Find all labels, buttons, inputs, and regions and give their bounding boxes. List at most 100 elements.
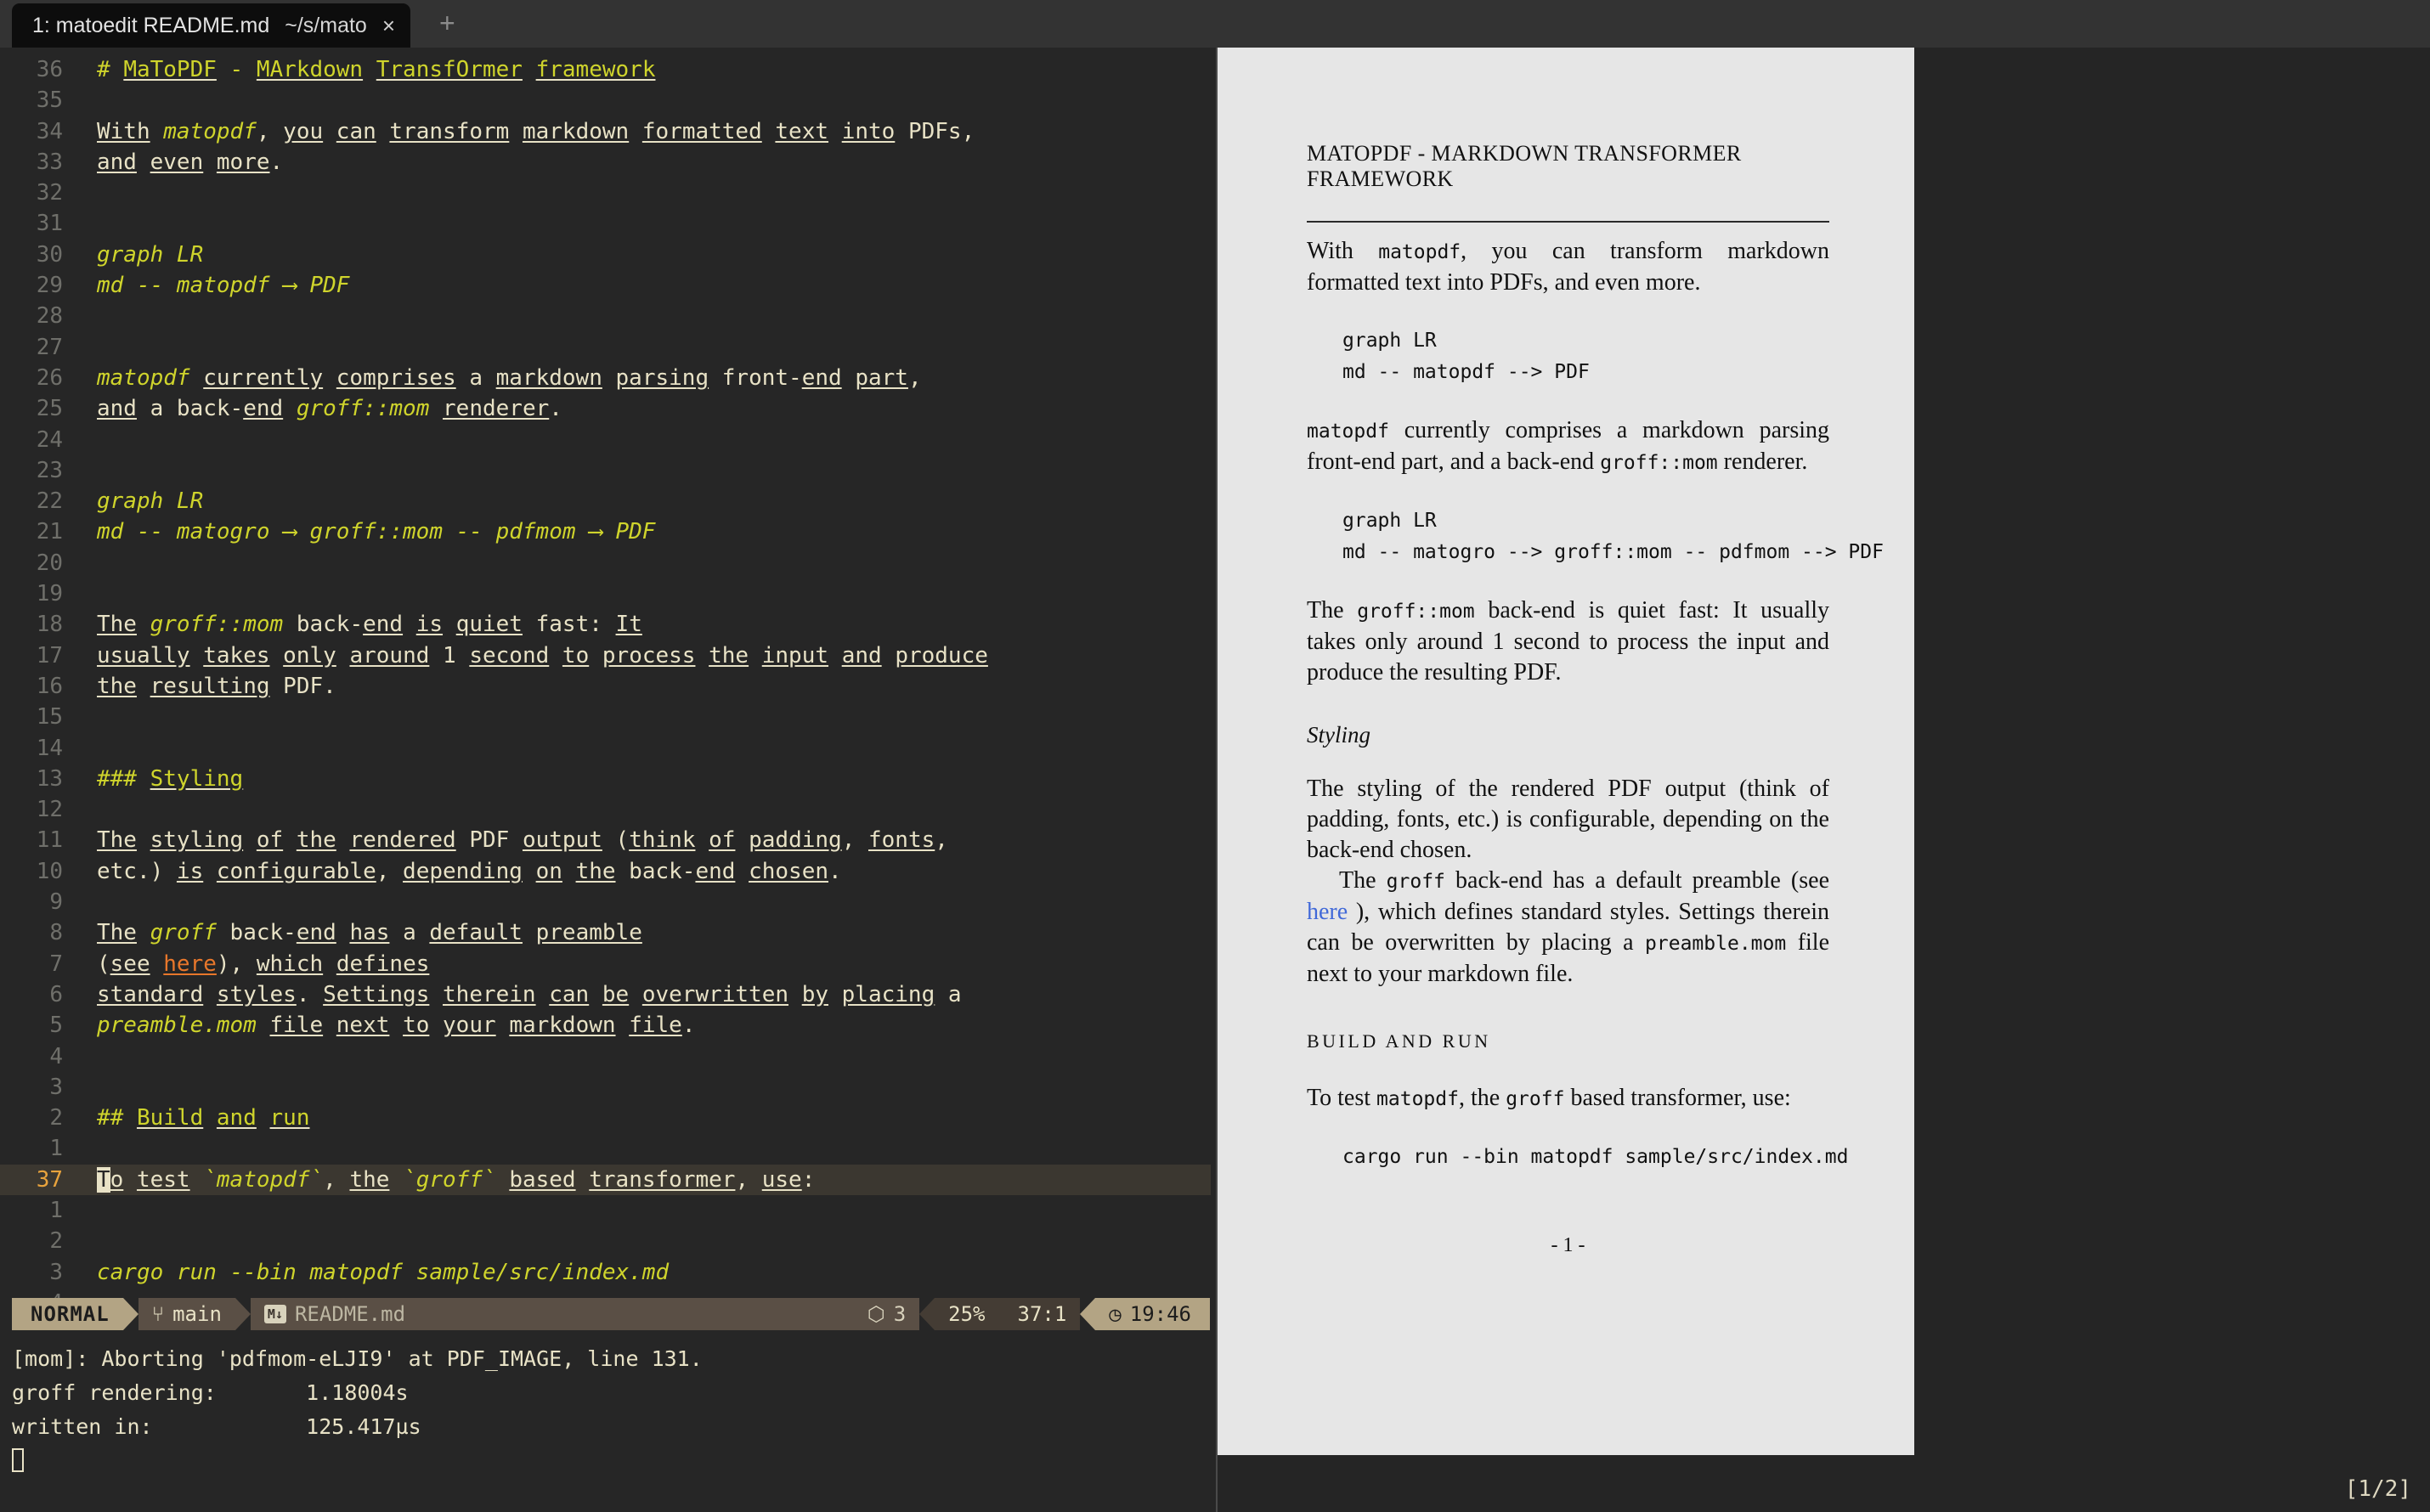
text-span: matopdf: [97, 364, 190, 391]
text-span: [376, 119, 390, 144]
text-span: front-: [709, 364, 802, 391]
text-span: [496, 1013, 510, 1038]
editor-line[interactable]: 2 ## Build and run: [0, 1103, 1216, 1133]
text-span: [509, 119, 523, 144]
editor-line[interactable]: 31: [0, 208, 1216, 239]
editor-line[interactable]: 36 # MaToPDF - MArkdown TransfOrmer frame…: [0, 54, 1216, 85]
editor-line[interactable]: 35: [0, 85, 1216, 116]
editor-line[interactable]: 1: [0, 1133, 1216, 1164]
line-number: 30: [36, 241, 63, 268]
text-span: configurable: [216, 858, 376, 884]
line-number: 13: [36, 765, 63, 792]
text-span: o: [110, 1166, 124, 1193]
text-span: resulting: [150, 673, 270, 699]
status-file[interactable]: M↓ README.md: [250, 1298, 420, 1330]
editor-line[interactable]: 24: [0, 425, 1216, 455]
text-span: depending: [403, 858, 523, 884]
editor-line[interactable]: 22 graph LR: [0, 486, 1216, 516]
pdf-link-here[interactable]: here: [1307, 899, 1348, 925]
editor-line[interactable]: 18 The groff::mom back-end is quiet fast:…: [0, 609, 1216, 640]
editor-line[interactable]: 19: [0, 578, 1216, 609]
text-span: end: [801, 364, 842, 391]
text-span: you: [283, 118, 324, 144]
editor-line[interactable]: 20: [0, 548, 1216, 578]
editor-line[interactable]: 6 standard styles. Settings therein can b…: [0, 979, 1216, 1010]
status-diagnostics[interactable]: ⬡ 3: [853, 1298, 920, 1330]
line-text: standard styles. Settings therein can be…: [70, 979, 962, 1010]
editor-line[interactable]: 17 usually takes only around 1 second to …: [0, 640, 1216, 671]
close-icon[interactable]: ×: [382, 14, 395, 37]
editor-line[interactable]: 29 md -- matopdf ⟶ PDF: [0, 270, 1216, 301]
editor-line[interactable]: 26 matopdf currently comprises a markdown…: [0, 363, 1216, 393]
editor-line[interactable]: 9: [0, 887, 1216, 917]
status-branch[interactable]: ⑂ main: [138, 1298, 235, 1330]
text-span: (: [602, 827, 630, 854]
pdf-title: MATOPDF - MARKDOWN TRANSFORMER FRAMEWORK: [1307, 141, 1742, 191]
text-span: [549, 643, 562, 669]
editor-line[interactable]: 8 The groff back-end has a default preamb…: [0, 917, 1216, 948]
editor-line[interactable]: 32: [0, 178, 1216, 208]
line-number: 1: [49, 1136, 63, 1162]
pdf-paragraph-1: With matopdf, you can transform markdown…: [1307, 236, 1829, 298]
text-span: [389, 1167, 403, 1193]
text-span: [203, 859, 217, 884]
editor-line[interactable]: 12: [0, 794, 1216, 825]
pdf-text: back-end has a default preamble (see: [1444, 867, 1829, 894]
editor-line[interactable]: 10 etc.) is configurable, depending on th…: [0, 856, 1216, 887]
terminal-line: groff rendering: 1.18004s: [12, 1380, 409, 1405]
text-span: It: [615, 612, 642, 638]
text-span: and: [97, 149, 137, 175]
text-span: [190, 643, 204, 669]
line-number: 8: [49, 920, 63, 946]
line-number: 3: [49, 1259, 63, 1285]
editor-line[interactable]: 2: [0, 1226, 1216, 1256]
terminal-output[interactable]: [mom]: Aborting 'pdfmom-eLJI9' at PDF_IM…: [0, 1330, 1216, 1478]
editor-line[interactable]: 5 preamble.mom file next to your markdown…: [0, 1010, 1216, 1041]
plus-icon[interactable]: +: [439, 8, 455, 39]
text-span: md -- matopdf ⟶ PDF: [97, 273, 350, 299]
editor-line[interactable]: 28: [0, 301, 1216, 331]
editor-line[interactable]: 3: [0, 1072, 1216, 1103]
text-span: overwritten: [641, 981, 789, 1007]
text-span: formatted: [641, 118, 762, 144]
editor-line[interactable]: 14: [0, 733, 1216, 764]
line-number: 33: [36, 149, 63, 175]
line-number: 34: [36, 118, 63, 144]
editor-line[interactable]: 3 cargo run --bin matopdf sample/src/inde…: [0, 1257, 1216, 1288]
text-span: output: [522, 827, 602, 854]
text-span: .: [681, 1013, 696, 1039]
editor-line[interactable]: 25 and a back-end groff::mom renderer.: [0, 393, 1216, 424]
tab-matoedit-readme[interactable]: 1: matoedit README.md ~/s/mato ×: [12, 3, 411, 48]
editor-line[interactable]: 21 md -- matogro ⟶ groff::mom -- pdfmom ⟶…: [0, 516, 1216, 547]
editor-line[interactable]: 16 the resulting PDF.: [0, 671, 1216, 702]
pdf-inline-code: preamble.mom: [1645, 933, 1787, 955]
editor-line[interactable]: 30 graph LR: [0, 240, 1216, 270]
pdf-preview-pane[interactable]: MATOPDF - MARKDOWN TRANSFORMER FRAMEWORK…: [1218, 48, 2430, 1512]
status-clock: ◷ 19:46: [1095, 1298, 1210, 1330]
editor-line[interactable]: 15: [0, 702, 1216, 732]
editor-line[interactable]: 13 ### Styling: [0, 764, 1216, 794]
line-number: 12: [36, 797, 63, 823]
editor-line-current[interactable]: 37 To test `matopdf`, the `groff` based t…: [0, 1164, 1211, 1195]
editor-line[interactable]: 23: [0, 455, 1216, 486]
code-editor[interactable]: 36 # MaToPDF - MArkdown TransfOrmer frame…: [0, 48, 1216, 1298]
editor-line[interactable]: 33 and even more.: [0, 147, 1216, 178]
text-span: [323, 119, 336, 144]
pdf-paragraph-6: To test matopdf, the groff based transfo…: [1307, 1083, 1829, 1114]
line-text: ### Styling: [70, 764, 243, 794]
editor-line[interactable]: 4: [0, 1041, 1216, 1072]
pdf-inline-code: matopdf: [1376, 1088, 1459, 1110]
status-filename: README.md: [294, 1302, 406, 1326]
text-span: renderer: [443, 396, 550, 422]
editor-line[interactable]: 7 (see here), which defines: [0, 949, 1216, 979]
editor-line[interactable]: 34 With matopdf, you can transform markdo…: [0, 116, 1216, 147]
text-span: [828, 119, 842, 144]
text-span: process: [602, 642, 696, 669]
editor-line[interactable]: 1: [0, 1195, 1216, 1226]
editor-line[interactable]: 11 The styling of the rendered PDF output…: [0, 825, 1216, 855]
text-span: takes: [203, 642, 270, 669]
editor-line[interactable]: 27: [0, 332, 1216, 363]
text-span: padding: [749, 827, 842, 854]
text-span: markdown: [509, 1013, 616, 1039]
editor-line[interactable]: 4: [0, 1288, 1216, 1298]
